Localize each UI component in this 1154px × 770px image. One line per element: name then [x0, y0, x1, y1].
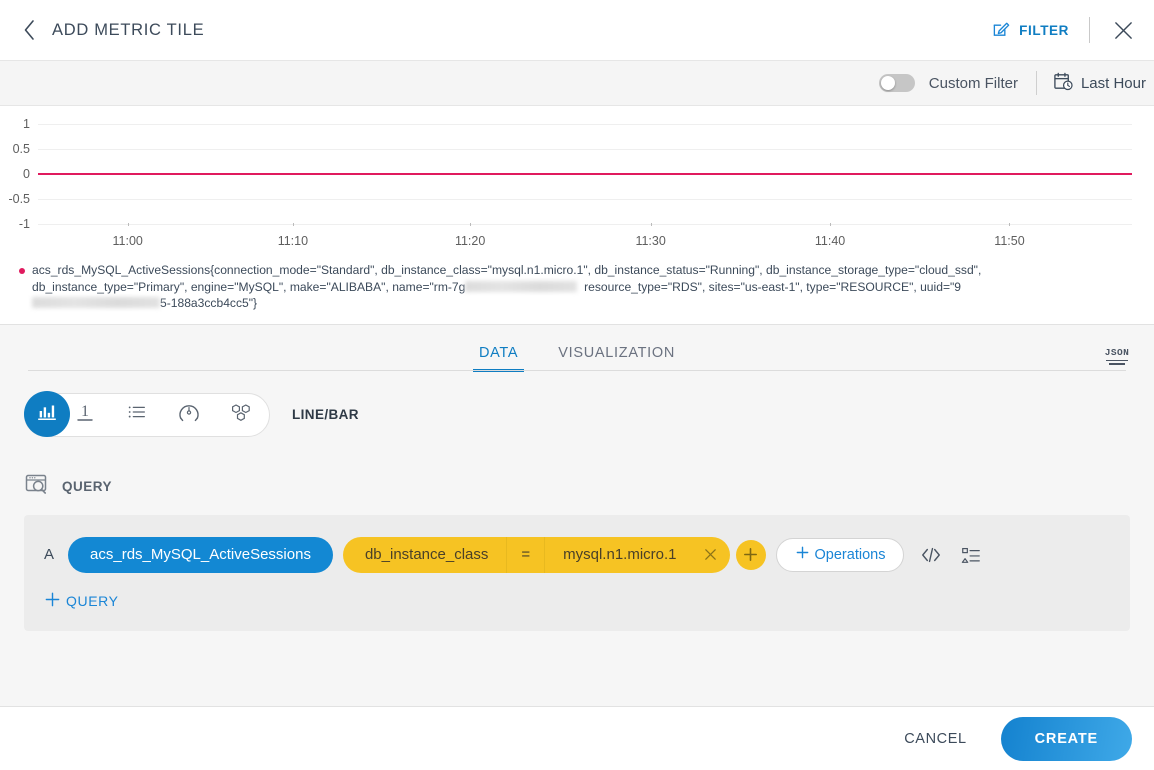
list-icon	[126, 401, 148, 428]
filter-chip-group: db_instance_class = mysql.n1.micro.1	[342, 536, 730, 573]
header-divider	[1089, 17, 1090, 43]
x-axis-tick: 11:10	[277, 234, 309, 248]
time-range-picker[interactable]: Last Hour	[1053, 71, 1146, 96]
chart-plot-area: 1 0.5 0 -0.5 -1	[8, 116, 1132, 231]
hierarchy-icon[interactable]	[958, 542, 984, 568]
filter-operator-chip[interactable]: =	[506, 536, 546, 573]
editor-panel: DATA VISUALIZATION JSON 1 LINE/BAR QUERY…	[0, 323, 1154, 770]
back-icon[interactable]	[16, 17, 42, 43]
json-icon-label: JSON	[1104, 346, 1130, 358]
bar-chart-icon	[36, 400, 58, 427]
viz-option-list[interactable]	[123, 401, 151, 429]
add-metric-tile-dialog: ADD METRIC TILE FILTER Custom Filter Las…	[0, 0, 1154, 770]
gridline	[38, 224, 1132, 225]
x-axis-tick: 11:40	[814, 234, 846, 248]
query-row-a: A acs_rds_MySQL_ActiveSessions db_instan…	[44, 536, 1110, 573]
create-button[interactable]: CREATE	[1000, 716, 1132, 761]
redacted-uuid-value	[32, 297, 160, 308]
filter-value-chip[interactable]: mysql.n1.micro.1	[545, 536, 695, 573]
filter-bar-divider	[1035, 71, 1037, 95]
viz-type-label: LINE/BAR	[292, 407, 359, 422]
filter-bar: Custom Filter Last Hour	[0, 61, 1154, 106]
chart-legend: acs_rds_MySQL_ActiveSessions{connection_…	[0, 254, 1154, 324]
y-axis-tick: 0.5	[12, 142, 30, 156]
viz-option-bar-chart[interactable]	[24, 390, 70, 437]
filter-button[interactable]: FILTER	[992, 19, 1069, 41]
json-icon-line	[1109, 363, 1125, 365]
metric-chip[interactable]: acs_rds_MySQL_ActiveSessions	[68, 536, 333, 573]
add-filter-icon[interactable]	[735, 539, 766, 570]
add-query-button[interactable]: QUERY	[44, 591, 119, 611]
svg-text:1: 1	[81, 403, 89, 420]
legend-text-part2: resource_type="RDS", sites="us-east-1", …	[584, 279, 962, 294]
series-line-active-sessions	[38, 173, 1132, 175]
tab-visualization[interactable]: VISUALIZATION	[552, 345, 681, 371]
calendar-clock-icon	[1053, 71, 1074, 96]
tabs-divider	[28, 369, 1126, 371]
close-icon[interactable]	[1110, 17, 1136, 43]
plus-icon	[795, 545, 810, 564]
editor-tabs: DATA VISUALIZATION JSON	[0, 325, 1154, 372]
operations-button-label: Operations	[814, 546, 886, 563]
plus-icon	[44, 591, 61, 611]
time-range-label: Last Hour	[1080, 74, 1146, 92]
y-axis-tick: -0.5	[8, 192, 30, 206]
y-axis-tick: 1	[23, 117, 30, 131]
viz-type-pill: 1	[24, 390, 270, 437]
query-letter: A	[44, 546, 55, 563]
legend-series-label: acs_rds_MySQL_ActiveSessions{connection_…	[32, 262, 1064, 312]
gridline	[38, 149, 1132, 150]
y-axis-tick: -1	[18, 217, 30, 231]
query-section-header: QUERY	[24, 472, 1130, 501]
custom-filter-label: Custom Filter	[928, 74, 1018, 92]
y-axis-tick: 0	[23, 167, 30, 181]
viz-option-single-value[interactable]: 1	[71, 401, 99, 429]
legend-text-part3: 5-188a3ccb4cc5"}	[160, 296, 258, 310]
viz-option-honeycomb[interactable]	[227, 401, 255, 429]
viz-option-gauge[interactable]	[175, 401, 203, 429]
x-axis-tick: 11:30	[635, 234, 666, 248]
redacted-name-value	[465, 280, 578, 292]
legend-item: acs_rds_MySQL_ActiveSessions{connection_…	[14, 262, 1140, 312]
x-axis-tick: 11:20	[454, 234, 486, 248]
x-axis-tick: 11:00	[112, 234, 143, 248]
gauge-icon	[177, 400, 201, 429]
page-title: ADD METRIC TILE	[52, 20, 205, 39]
dialog-header: ADD METRIC TILE FILTER	[0, 0, 1154, 61]
tab-data[interactable]: DATA	[472, 345, 525, 372]
filter-key-chip[interactable]: db_instance_class	[342, 536, 507, 573]
editor-body: 1 LINE/BAR QUERY A acs_rds_MySQL_ActiveS…	[0, 371, 1154, 631]
code-brackets-icon[interactable]	[918, 542, 944, 568]
edit-square-icon	[992, 19, 1011, 41]
operations-button[interactable]: Operations	[775, 537, 905, 572]
json-icon-line	[1106, 359, 1128, 361]
json-view-icon[interactable]: JSON	[1100, 347, 1134, 365]
x-axis-tick: 11:50	[994, 234, 1025, 248]
single-value-one-icon: 1	[74, 400, 96, 429]
query-section-title: QUERY	[62, 478, 113, 494]
metric-chart: 1 0.5 0 -0.5 -1 11:00 11:10 11:20 11:30 …	[0, 106, 1154, 254]
gridline	[38, 199, 1132, 200]
legend-color-swatch	[19, 268, 25, 274]
query-search-icon	[24, 472, 50, 501]
dialog-footer: CANCEL CREATE	[0, 706, 1154, 770]
chart-x-axis: 11:00 11:10 11:20 11:30 11:40 11:50	[38, 223, 1132, 254]
gridline	[38, 124, 1132, 125]
add-query-label: QUERY	[66, 592, 119, 609]
visualization-type-selector: 1 LINE/BAR	[24, 390, 1130, 437]
cancel-button[interactable]: CANCEL	[892, 723, 978, 755]
query-editor-box: A acs_rds_MySQL_ActiveSessions db_instan…	[24, 514, 1130, 631]
remove-filter-icon[interactable]	[694, 536, 730, 573]
custom-filter-toggle[interactable]	[878, 74, 915, 92]
filter-button-label: FILTER	[1019, 22, 1069, 38]
toggle-knob	[880, 76, 895, 90]
honeycomb-icon	[229, 400, 253, 429]
